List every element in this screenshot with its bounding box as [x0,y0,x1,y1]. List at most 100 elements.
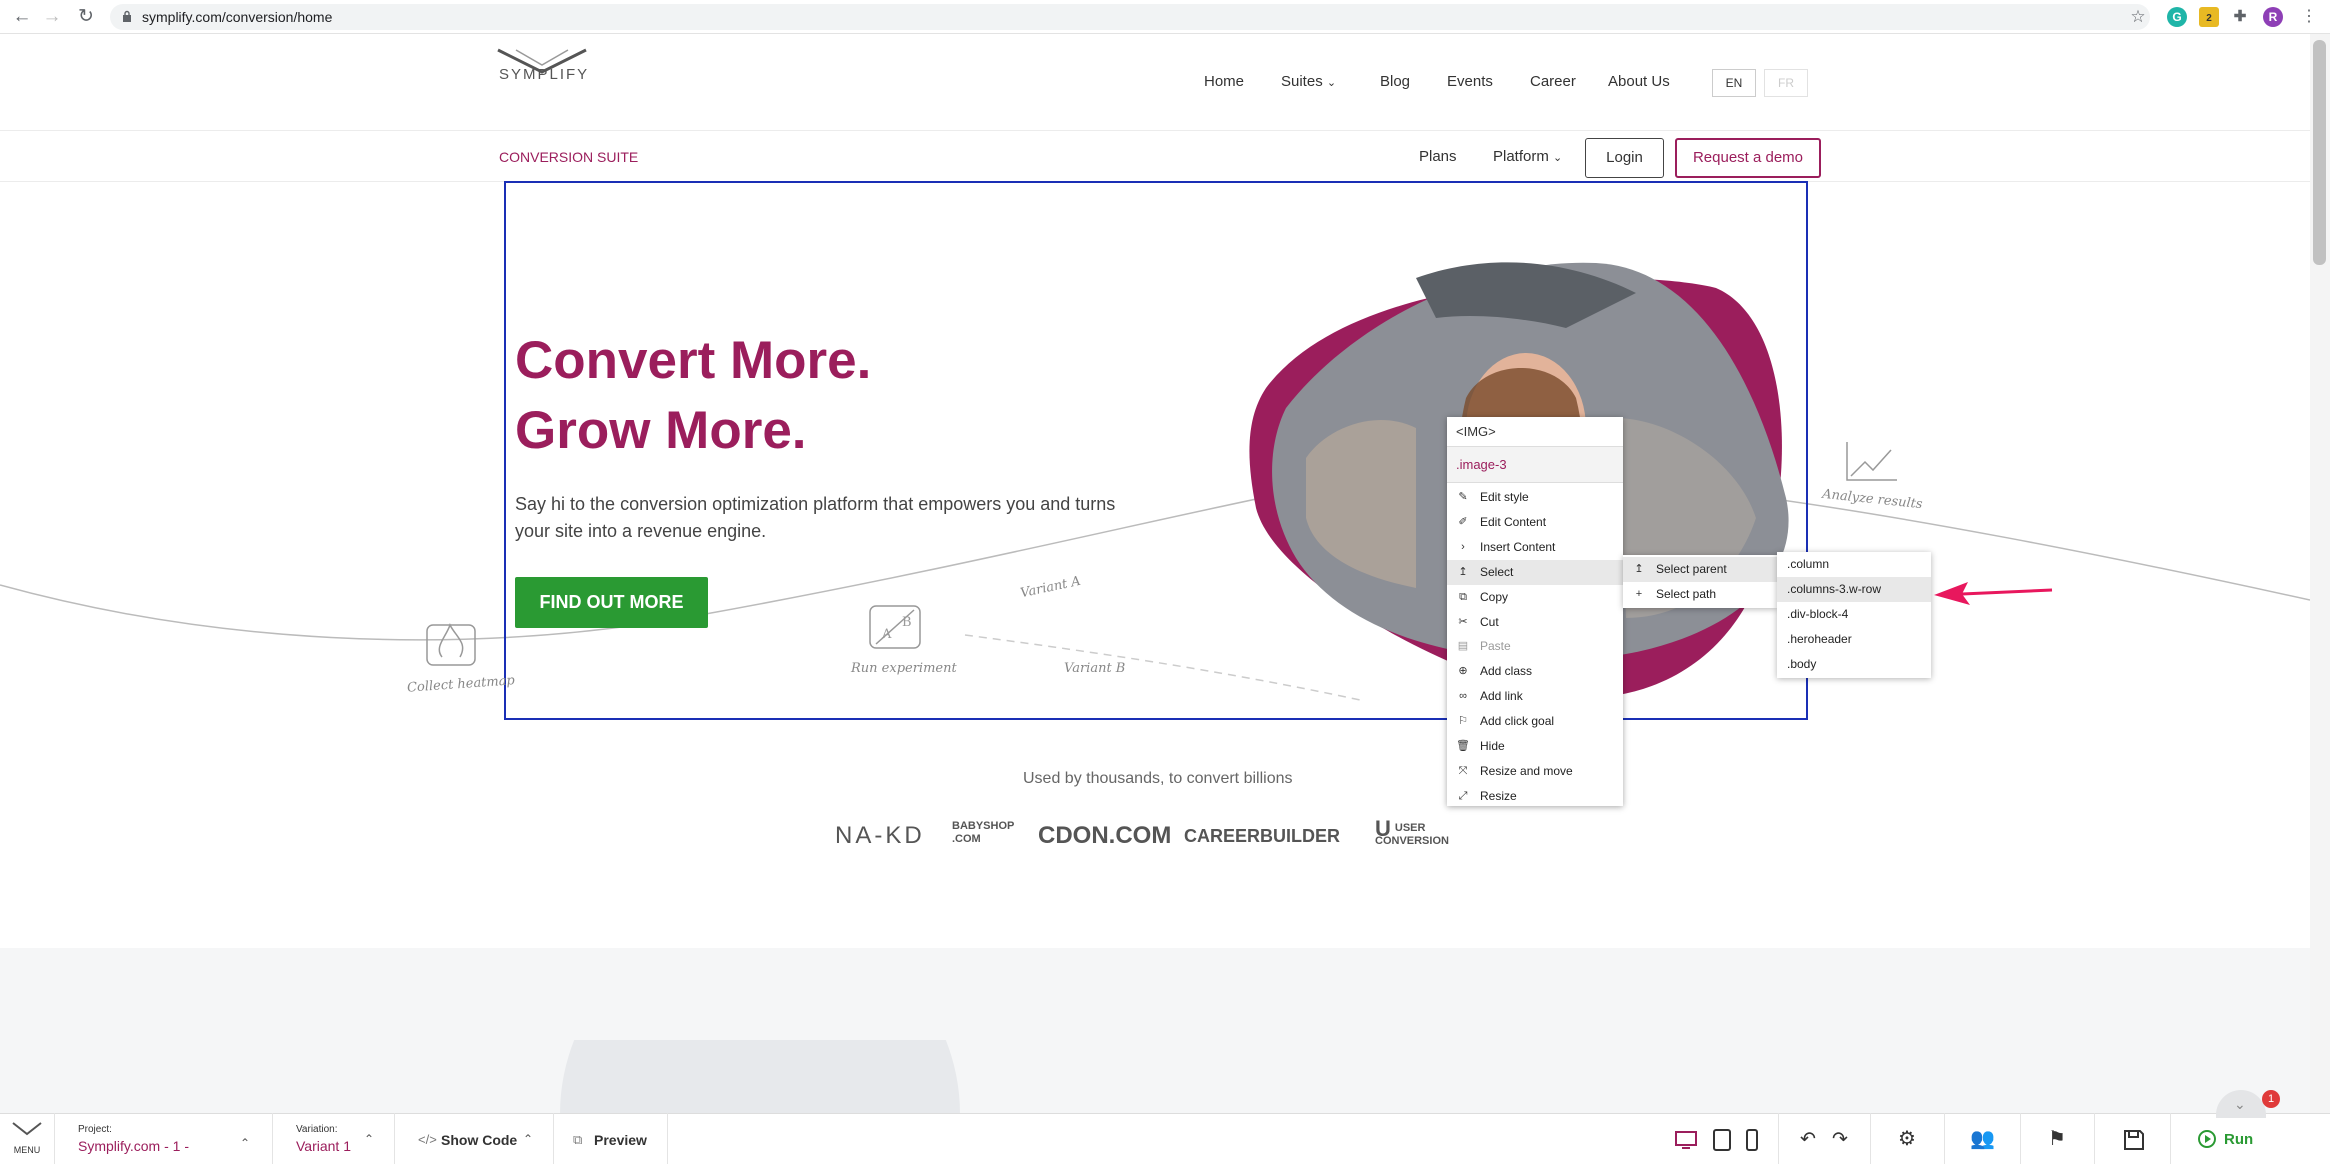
symplify-menu-icon [12,1122,42,1136]
menu-insert-content[interactable]: › Insert Content [1447,535,1623,560]
run-experiment-label: Run experiment [851,661,957,676]
brand-careerbuilder: CAREERBUILDER [1184,826,1341,846]
nav-home[interactable]: Home [1204,73,1244,90]
logo-text[interactable]: SYMPLIFY [499,66,589,83]
nav-suites[interactable]: Suites ⌄ [1281,73,1336,90]
chevron-up-icon[interactable]: ⌃ [240,1136,250,1150]
settings-gears-icon[interactable]: ⚙ [1898,1126,1916,1151]
goals-flag-icon[interactable]: ⚑ [2048,1126,2066,1151]
browser-menu-icon[interactable]: ⋮ [2297,5,2321,29]
project-value[interactable]: Symplify.com - 1 - [78,1138,189,1154]
menu-label: MENU [13,1145,41,1155]
login-button[interactable]: Login [1585,138,1664,178]
platform-link[interactable]: Platform ⌄ [1493,148,1562,165]
toolbar-divider [1944,1113,1945,1164]
nav-events[interactable]: Events [1447,73,1493,90]
parent-selector-item[interactable]: .column [1777,552,1931,577]
annotation-arrow [1934,582,2053,605]
nav-blog[interactable]: Blog [1380,73,1410,90]
address-bar[interactable]: symplify.com/conversion/home [110,4,2150,30]
menu-select[interactable]: ↥ Select [1447,560,1623,585]
menu-add-click-goal[interactable]: ⚐ Add click goal [1447,709,1623,734]
menu-edit-content[interactable]: ✐ Edit Content [1447,510,1623,535]
mobile-view-icon[interactable] [1740,1128,1764,1152]
undo-icon[interactable]: ↶ [1800,1128,1816,1151]
parent-selector-item[interactable]: .body [1777,652,1931,677]
menu-item-label: Copy [1480,590,1509,604]
menu-edit-style[interactable]: ✎ Edit style [1447,485,1623,510]
heatmap-sketch-icon [426,623,476,666]
scissors-icon: ✂ [1458,616,1468,628]
brand-nakd: NA-KD [835,822,925,849]
notification-badge: 1 [2262,1090,2280,1108]
suite-label[interactable]: CONVERSION SUITE [499,149,638,165]
desktop-view-icon[interactable] [1674,1128,1698,1152]
menu-hide[interactable]: 🗑 Hide [1447,734,1623,759]
brand-userconversion: U USER CONVERSION [1375,816,1475,848]
audience-users-icon[interactable]: 👥 [1970,1126,1995,1151]
menu-cut[interactable]: ✂ Cut [1447,610,1623,635]
variant-b-label: Variant B [1064,661,1126,676]
menu-add-class[interactable]: ⊕ Add class [1447,659,1623,684]
chevron-right-icon: › [1461,541,1465,553]
context-menu: <IMG> .image-3 ✎ Edit style ✐ Edit Content… [1447,417,1623,806]
lang-fr-button[interactable]: FR [1764,69,1808,97]
reload-icon[interactable]: ↻ [74,5,98,29]
menu-item-label: Add click goal [1480,714,1555,728]
menu-item-label: Edit style [1480,490,1529,504]
menu-item-label: Select parent [1656,562,1727,576]
context-menu-class: .image-3 [1447,447,1623,483]
add-circle-icon: ⊕ [1458,665,1468,677]
sub-header [0,132,2310,182]
back-icon[interactable]: ← [10,5,34,29]
menu-copy[interactable]: ⧉ Copy [1447,585,1623,610]
extensions-puzzle-icon[interactable]: ✚ [2230,7,2250,27]
next-section-background [0,948,2310,1113]
preview-button[interactable]: Preview [594,1132,647,1148]
profile-avatar[interactable]: R [2263,7,2283,27]
used-by-heading: Used by thousands, to convert billions [1023,770,1293,787]
parent-selector-item[interactable]: .heroheader [1777,627,1931,652]
toolbar-divider [1870,1113,1871,1164]
request-demo-button[interactable]: Request a demo [1675,138,1821,178]
bookmark-star-icon[interactable]: ☆ [2126,5,2150,29]
toolbar-divider [553,1113,554,1164]
nav-career[interactable]: Career [1530,73,1576,90]
variation-value[interactable]: Variant 1 [296,1138,351,1154]
parent-selector-item[interactable]: .div-block-4 [1777,602,1931,627]
redo-icon[interactable]: ↷ [1832,1128,1848,1151]
extension-badge-icon[interactable]: 2 [2199,7,2219,27]
menu-item-label: Add link [1480,689,1523,703]
tablet-view-icon[interactable] [1710,1128,1734,1152]
url-text: symplify.com/conversion/home [142,9,333,25]
forward-icon[interactable]: → [40,5,64,29]
platform-label: Platform [1493,148,1549,165]
menu-item-label: Resize and move [1480,764,1573,778]
find-out-more-button[interactable]: FIND OUT MORE [515,577,708,628]
save-icon[interactable] [2122,1128,2146,1152]
parent-selector-item[interactable]: .columns-3.w-row [1777,577,1931,602]
grammarly-icon[interactable]: G [2167,7,2187,27]
menu-select-parent[interactable]: ↥ Select parent [1623,557,1777,582]
plans-link[interactable]: Plans [1419,148,1457,165]
scrollbar-thumb[interactable] [2313,40,2326,265]
menu-button[interactable]: MENU [8,1120,46,1155]
menu-item-label: Resize [1480,789,1517,803]
menu-select-path[interactable]: + Select path [1623,582,1777,607]
menu-resize-and-move[interactable]: ⤧ Resize and move [1447,759,1623,784]
show-code-button[interactable]: Show Code [441,1132,517,1148]
analyze-sketch-icon [1846,442,1897,481]
code-icon: </> [418,1132,437,1147]
menu-resize[interactable]: ⤢ Resize [1447,784,1623,809]
chevron-up-icon[interactable]: ⌃ [523,1132,533,1146]
chevron-up-icon[interactable]: ⌃ [364,1132,374,1146]
run-button[interactable]: Run [2198,1126,2278,1152]
menu-paste[interactable]: ▤ Paste [1447,634,1623,659]
run-label: Run [2224,1131,2254,1148]
menu-add-link[interactable]: ∞ Add link [1447,684,1623,709]
link-icon: ∞ [1459,690,1467,702]
userconversion-u-icon: U [1375,816,1391,841]
plus-icon: + [1635,588,1643,600]
nav-about-us[interactable]: About Us [1608,73,1670,90]
lang-en-button[interactable]: EN [1712,69,1756,97]
